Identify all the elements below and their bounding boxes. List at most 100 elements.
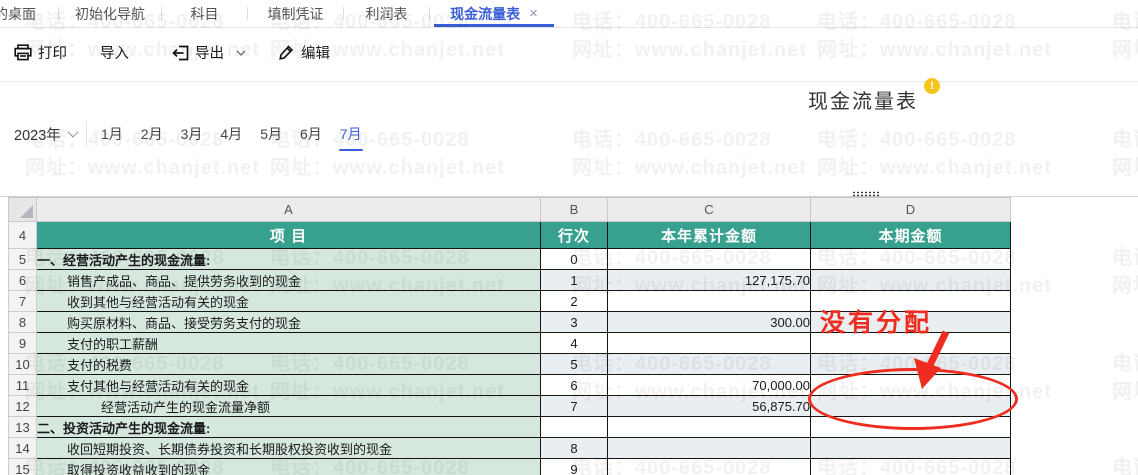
print-label: 打印 <box>38 42 67 63</box>
cell-item[interactable]: 一、经营活动产生的现金流量: <box>37 249 541 270</box>
export-button[interactable]: 导出 <box>172 42 246 63</box>
month-tab-1[interactable]: 1月 <box>100 120 124 151</box>
cell-ytd-amount[interactable] <box>608 459 811 475</box>
cell-line-no[interactable]: 6 <box>541 375 608 396</box>
cell-item[interactable]: 支付的职工薪酬 <box>37 333 541 354</box>
select-all-cell[interactable] <box>9 198 37 222</box>
watermark-text: 电话：400-665-0028网址：www.chanjet.net <box>1112 454 1138 475</box>
month-tab-4[interactable]: 4月 <box>219 120 243 151</box>
export-label: 导出 <box>195 42 224 63</box>
row-number[interactable]: 14 <box>9 438 37 459</box>
cell-ytd-amount[interactable]: 56,875.70 <box>608 396 811 417</box>
tab-5[interactable]: 利润表 <box>344 0 429 27</box>
cell-line-no[interactable] <box>541 417 608 438</box>
col-letter-A[interactable]: A <box>37 198 541 222</box>
cell-ytd-amount[interactable] <box>608 249 811 270</box>
cell-item[interactable]: 经营活动产生的现金流量净额 <box>37 396 541 417</box>
tab-close-icon[interactable]: × <box>529 6 538 21</box>
period-divider <box>86 121 87 146</box>
tab-label: 填制凭证 <box>268 4 324 24</box>
cell-ytd-amount[interactable]: 70,000.00 <box>608 375 811 396</box>
month-tab-5[interactable]: 5月 <box>259 120 283 151</box>
tab-label: 初始化导航 <box>75 4 145 24</box>
row-number[interactable]: 5 <box>9 249 37 270</box>
cell-current-amount[interactable] <box>811 249 1011 270</box>
watermark-url: 网址：www.chanjet.net <box>1112 378 1138 406</box>
edit-button[interactable]: 编辑 <box>278 42 330 63</box>
row-number[interactable]: 6 <box>9 270 37 291</box>
row-number[interactable]: 11 <box>9 375 37 396</box>
app-window: 我的桌面初始化导航科目 填制凭证利润表 现金流量表 × 打印 导入 <box>0 0 1138 475</box>
row-number[interactable]: 9 <box>9 333 37 354</box>
row-number[interactable]: 13 <box>9 417 37 438</box>
watermark-text: 电话：400-665-0028网址：www.chanjet.net <box>1112 244 1138 300</box>
edit-label: 编辑 <box>301 42 330 63</box>
row-number[interactable]: 15 <box>9 459 37 475</box>
toolbar: 打印 导入 导出 <box>0 28 1138 80</box>
cell-line-no[interactable]: 7 <box>541 396 608 417</box>
tab-1[interactable]: 我的桌面 <box>0 0 58 27</box>
import-button[interactable]: 导入 <box>100 42 129 63</box>
cell-line-no[interactable]: 0 <box>541 249 608 270</box>
row-number[interactable]: 12 <box>9 396 37 417</box>
watermark-url: 网址：www.chanjet.net <box>1112 154 1138 182</box>
cell-item[interactable]: 二、投资活动产生的现金流量: <box>37 417 541 438</box>
cell-line-no[interactable]: 8 <box>541 438 608 459</box>
tab-bar: 我的桌面初始化导航科目 填制凭证利润表 现金流量表 × <box>0 0 1138 28</box>
row-number[interactable]: 10 <box>9 354 37 375</box>
export-icon <box>172 45 189 61</box>
row-number[interactable]: 8 <box>9 312 37 333</box>
year-label: 2023年 <box>14 124 61 145</box>
cell-ytd-amount[interactable] <box>608 354 811 375</box>
cell-current-amount[interactable] <box>811 438 1011 459</box>
watermark-phone: 电话：400-665-0028 <box>1112 244 1138 272</box>
col-letter-B[interactable]: B <box>541 198 608 222</box>
row-number[interactable]: 7 <box>9 291 37 312</box>
cell-item[interactable]: 购买原材料、商品、接受劳务支付的现金 <box>37 312 541 333</box>
tab-2[interactable]: 初始化导航 <box>59 0 161 27</box>
month-tab-6[interactable]: 6月 <box>299 120 323 151</box>
cell-item[interactable]: 支付的税费 <box>37 354 541 375</box>
month-tab-2[interactable]: 2月 <box>140 120 164 151</box>
tab-4[interactable]: 填制凭证 <box>248 0 343 27</box>
row-number[interactable]: 4 <box>9 222 37 249</box>
cell-item[interactable]: 销售产成品、商品、提供劳务收到的现金 <box>37 270 541 291</box>
watermark-text: 电话：400-665-0028网址：www.chanjet.net <box>1112 350 1138 406</box>
tab-3[interactable]: 科目 <box>162 0 247 27</box>
cell-ytd-amount[interactable] <box>608 291 811 312</box>
col-letter-C[interactable]: C <box>608 198 811 222</box>
table-row: 6销售产成品、商品、提供劳务收到的现金1127,175.70 <box>9 270 1011 291</box>
cell-ytd-amount[interactable] <box>608 438 811 459</box>
chevron-down-icon <box>67 126 78 137</box>
cell-line-no[interactable]: 2 <box>541 291 608 312</box>
cell-line-no[interactable]: 4 <box>541 333 608 354</box>
table-row: 15取得投资收益收到的现金9 <box>9 459 1011 475</box>
watermark-url: 网址：www.chanjet.net <box>270 154 505 182</box>
cell-line-no[interactable]: 3 <box>541 312 608 333</box>
cell-current-amount[interactable] <box>811 270 1011 291</box>
warning-icon[interactable]: ! <box>924 78 940 94</box>
cell-ytd-amount[interactable]: 300.00 <box>608 312 811 333</box>
cell-ytd-amount[interactable] <box>608 333 811 354</box>
watermark-url: 网址：www.chanjet.net <box>25 154 260 182</box>
column-letter-row: ABCD <box>9 198 1011 222</box>
cell-line-no[interactable]: 9 <box>541 459 608 475</box>
cell-item[interactable]: 支付其他与经营活动有关的现金 <box>37 375 541 396</box>
cell-item[interactable]: 收到其他与经营活动有关的现金 <box>37 291 541 312</box>
year-select[interactable]: 2023年 <box>14 121 77 147</box>
cell-item[interactable]: 收回短期投资、长期债券投资和长期股权投资收到的现金 <box>37 438 541 459</box>
print-button[interactable]: 打印 <box>14 42 67 63</box>
tab-6[interactable]: 现金流量表 × <box>430 0 558 27</box>
table-header-row: 4项 目行次本年累计金额本期金额 <box>9 222 1011 249</box>
col-letter-D[interactable]: D <box>811 198 1011 222</box>
cell-ytd-amount[interactable]: 127,175.70 <box>608 270 811 291</box>
watermark-text: 电话：400-665-0028网址：www.chanjet.net <box>572 126 807 182</box>
cell-ytd-amount[interactable] <box>608 417 811 438</box>
month-tab-7[interactable]: 7月 <box>339 120 363 151</box>
cell-line-no[interactable]: 5 <box>541 354 608 375</box>
cell-current-amount[interactable] <box>811 459 1011 475</box>
tab-label: 现金流量表 <box>450 4 520 24</box>
cell-item[interactable]: 取得投资收益收到的现金 <box>37 459 541 475</box>
cell-line-no[interactable]: 1 <box>541 270 608 291</box>
month-tab-3[interactable]: 3月 <box>180 120 204 151</box>
